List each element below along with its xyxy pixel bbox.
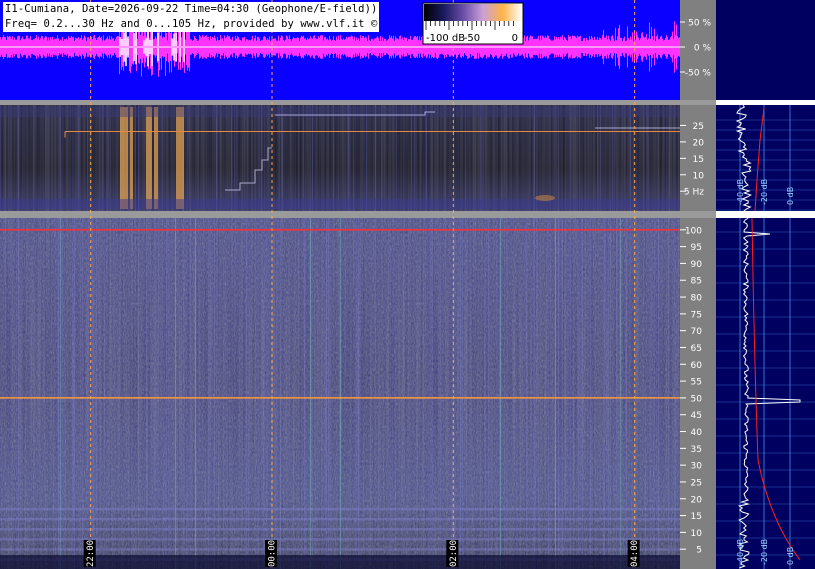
- high-tick-label: 40: [691, 428, 703, 438]
- low-tick-label: 15: [693, 155, 704, 165]
- high-tick-label: 30: [691, 462, 703, 472]
- high-tick-label: 5: [696, 546, 702, 556]
- spectrum-db-label: -20 dB: [760, 539, 769, 565]
- burst-band: [146, 107, 152, 209]
- low-tick-label: 5 Hz: [684, 188, 704, 198]
- high-tick-label: 25: [691, 478, 702, 488]
- colorbar-gradient: [424, 4, 522, 21]
- burst-band: [130, 107, 133, 209]
- waveform-tick-label: -50 %: [685, 69, 712, 79]
- panel-separator-2: [0, 211, 716, 218]
- time-label: 22:00: [86, 540, 96, 567]
- high-tick-label: 10: [691, 529, 703, 539]
- colorbar-tick-label: -50: [464, 33, 480, 44]
- spectrum-panel-background: [716, 0, 815, 569]
- spectrum-db-label: 0 dB: [786, 547, 795, 565]
- burst-band: [154, 107, 158, 209]
- high-tick-label: 80: [691, 294, 703, 304]
- waveform-tick-label: 50 %: [688, 19, 711, 29]
- spectrum-db-label: 0 dB: [786, 187, 795, 205]
- high-tick-label: 60: [691, 361, 703, 371]
- waveform-tick-label: 0 %: [694, 44, 712, 54]
- time-label: 00:00: [268, 540, 278, 567]
- colorbar: -100 dB-50 0: [422, 2, 524, 45]
- low-tick-label: 20: [693, 138, 705, 148]
- spectrum-db-label: -40 dB: [736, 179, 745, 205]
- high-tick-label: 75: [691, 310, 702, 320]
- colorbar-tick-label: 0: [512, 33, 518, 44]
- high-tick-label: 70: [691, 327, 703, 337]
- time-label: 04:00: [630, 540, 640, 567]
- burst-band: [176, 107, 184, 209]
- high-tick-label: 35: [691, 445, 702, 455]
- high-tick-label: 45: [691, 411, 702, 421]
- high-tick-label: 95: [691, 243, 702, 253]
- high-tick-label: 85: [691, 277, 702, 287]
- burst-band: [120, 107, 128, 209]
- high-tick-label: 90: [691, 260, 703, 270]
- high-tick-label: 100: [685, 226, 702, 236]
- colorbar-tick-label: -100 dB: [426, 33, 465, 44]
- spectrum-separator: [716, 100, 815, 105]
- high-tick-label: 15: [691, 512, 702, 522]
- high-tick-label: 50: [691, 394, 703, 404]
- spectrum-separator: [716, 211, 815, 218]
- spectrum-db-label: -40 dB: [736, 539, 745, 565]
- high-tick-label: 20: [691, 495, 703, 505]
- spectrogram-chart: 50 %0 %-50 % 252015105 Hz 10095908580757…: [0, 0, 815, 569]
- low-tick-label: 10: [693, 171, 705, 181]
- header-title: I1-Cumiana, Date=2026-09-22 Time=04:30 (…: [3, 2, 380, 17]
- time-label: 02:00: [449, 540, 459, 567]
- high-tick-label: 65: [691, 344, 702, 354]
- panel-separator-1: [0, 100, 716, 105]
- high-tick-label: 55: [691, 378, 702, 388]
- low-tick-label: 25: [693, 122, 704, 132]
- spectrogram-display: 50 % 0 % -50 % 25 20 15 10 5 Hz 100 95 90 85 80 75 7…: [0, 0, 815, 569]
- header-frequency-info: Freq= 0.2...30 Hz and 0...105 Hz, provid…: [3, 17, 380, 32]
- spectrum-db-label: -20 dB: [760, 179, 769, 205]
